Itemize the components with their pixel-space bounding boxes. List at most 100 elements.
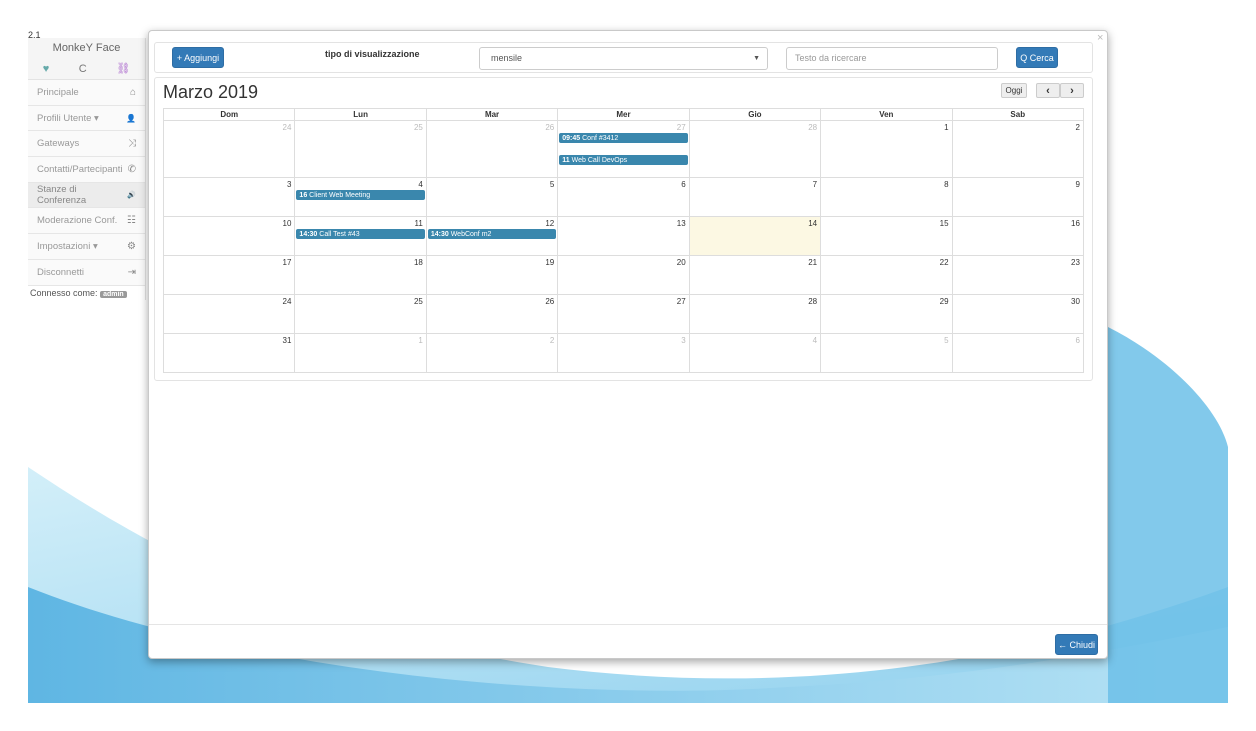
calendar-day-cell[interactable]: 8 xyxy=(821,178,953,216)
chevron-down-icon: ▼ xyxy=(753,55,760,62)
calendar-day-cell[interactable]: 25 xyxy=(295,121,427,177)
day-number: 26 xyxy=(545,123,555,132)
day-number: 5 xyxy=(944,336,949,345)
day-number: 9 xyxy=(1075,180,1080,189)
calendar-day-cell[interactable]: 28 xyxy=(690,121,822,177)
day-of-week-header: Dom Lun Mar Mer Gio Ven Sab xyxy=(164,109,1083,121)
day-number: 18 xyxy=(413,258,423,267)
calendar-day-cell[interactable]: 25 xyxy=(295,295,427,333)
calendar-day-cell[interactable]: 28 xyxy=(690,295,822,333)
day-number: 30 xyxy=(1071,297,1080,306)
calendar-day-cell[interactable]: 16 xyxy=(953,217,1083,255)
day-number: 15 xyxy=(939,219,949,228)
calendar-day-cell[interactable]: 6 xyxy=(953,334,1083,372)
calendar-day-cell[interactable]: 29 xyxy=(821,295,953,333)
calendar-day-cell[interactable]: 15 xyxy=(821,217,953,255)
calendar-event[interactable]: 09:45 Conf #3412 xyxy=(559,133,688,143)
day-number: 29 xyxy=(939,297,949,306)
close-button[interactable]: ← Chiudi xyxy=(1055,634,1098,655)
sidebar-item-label: Disconnetti xyxy=(37,266,84,278)
sidebar-item-stanze-conferenza[interactable]: Stanze di Conferenza 🔊 xyxy=(28,182,145,209)
calendar-day-cell[interactable]: 3 xyxy=(558,334,690,372)
calendar-title: Marzo 2019 xyxy=(163,82,259,102)
calendar-day-cell[interactable]: 1 xyxy=(295,334,427,372)
day-of-week-label: Mer xyxy=(558,109,690,120)
calendar-day-cell[interactable]: 4 xyxy=(690,334,822,372)
day-number: 5 xyxy=(549,180,555,189)
sidebar-item-impostazioni[interactable]: Impostazioni ▾ ⚙ xyxy=(28,234,145,260)
refresh-icon[interactable]: C xyxy=(79,63,87,75)
calendar-day-cell[interactable]: 3 xyxy=(164,178,296,216)
calendar-day-cell[interactable]: 21 xyxy=(690,256,822,294)
sidebar-item-contatti[interactable]: Contatti/Partecipanti ✆ xyxy=(28,157,145,183)
calendar-day-cell[interactable]: 30 xyxy=(953,295,1083,333)
calendar-day-cell[interactable]: 24 xyxy=(164,295,296,333)
calendar-day-cell[interactable]: 10 xyxy=(164,217,296,255)
calendar-day-cell[interactable]: 1 xyxy=(821,121,953,177)
view-type-select[interactable]: mensile ▼ xyxy=(479,47,768,70)
add-button[interactable]: + Aggiungi xyxy=(172,47,224,68)
connected-as: Connesso come: admin xyxy=(28,285,145,300)
sidebar: MonkeY Face ♥ C ⛓ Principale ⌂ Profili U… xyxy=(28,38,146,300)
calendar-day-cell[interactable]: 5 xyxy=(821,334,953,372)
calendar-event[interactable]: 14:30 WebConf m2 xyxy=(427,229,557,239)
calendar-day-cell[interactable]: 18 xyxy=(295,256,427,294)
day-number: 27 xyxy=(676,297,686,306)
calendar-day-cell[interactable]: 26 xyxy=(427,121,559,177)
close-icon[interactable]: × xyxy=(1097,32,1103,44)
calendar-day-cell[interactable]: 9 xyxy=(953,178,1083,216)
sidebar-item-profili-utente[interactable]: Profili Utente ▾ 👤 xyxy=(28,105,145,132)
day-number: 23 xyxy=(1071,258,1080,267)
calendar-day-cell[interactable]: 27 09:45 Conf #3412 11 Web Call DevOps xyxy=(558,121,690,177)
calendar-day-cell[interactable]: 19 xyxy=(427,256,559,294)
calendar-day-cell[interactable]: 11 14:30 Call Test #43 xyxy=(295,217,427,255)
today-button[interactable]: Oggi xyxy=(1001,83,1027,98)
calendar-day-cell[interactable]: 12 14:30 WebConf m2 xyxy=(427,217,559,255)
calendar-week-row: 24 25 26 27 09:45 Conf #3412 11 Web Call DevO… xyxy=(164,121,1083,178)
calendar-day-cell[interactable]: 5 xyxy=(427,178,559,216)
search-button[interactable]: Q Cerca xyxy=(1016,47,1058,68)
event-title: Web Call DevOps xyxy=(571,157,628,164)
calendar-week-row: 17 18 19 20 21 22 23 xyxy=(164,256,1083,295)
calendar-day-cell[interactable]: 7 xyxy=(690,178,822,216)
calendar-day-cell[interactable]: 24 xyxy=(164,121,296,177)
day-number: 25 xyxy=(413,297,423,306)
prev-month-button[interactable]: ‹ xyxy=(1036,83,1060,98)
day-number: 12 xyxy=(545,219,555,228)
calendar-day-cell[interactable]: 31 xyxy=(164,334,296,372)
calendar-day-cell[interactable]: 2 xyxy=(427,334,559,372)
calendar-day-cell[interactable]: 4 16 Client Web Meeting xyxy=(295,178,427,216)
day-number: 16 xyxy=(1071,219,1080,228)
calendar-event[interactable]: 11 Web Call DevOps xyxy=(559,155,688,165)
calendar-event[interactable]: 16 Client Web Meeting xyxy=(296,190,425,200)
sidebar-item-gateways[interactable]: Gateways ⤨ xyxy=(28,131,145,158)
event-title: Client Web Meeting xyxy=(309,192,371,199)
sidebar-item-label: Gateways xyxy=(37,138,80,150)
calendar-day-cell-today[interactable]: 14 xyxy=(689,217,822,255)
sidebar-item-disconnetti[interactable]: Disconnetti ⇥ xyxy=(28,259,145,286)
calendar-day-cell[interactable]: 27 xyxy=(558,295,690,333)
calendar-day-cell[interactable]: 13 xyxy=(558,217,690,255)
calendar-day-cell[interactable]: 6 xyxy=(558,178,690,216)
next-month-button[interactable]: › xyxy=(1060,83,1084,98)
sidebar-item-principale[interactable]: Principale ⌂ xyxy=(28,80,145,106)
calendar-day-cell[interactable]: 20 xyxy=(558,256,690,294)
day-of-week-label: Sab xyxy=(1010,110,1026,119)
calendar-day-cell[interactable]: 17 xyxy=(164,256,296,294)
tasks-icon: ☷ xyxy=(127,215,136,227)
calendar-day-cell[interactable]: 22 xyxy=(821,256,953,294)
calendar-event[interactable]: 14:30 Call Test #43 xyxy=(296,229,425,239)
day-number: 2 xyxy=(1075,123,1080,132)
calendar-day-cell[interactable]: 23 xyxy=(953,256,1083,294)
link-icon[interactable]: ⛓ xyxy=(116,62,130,75)
search-input[interactable]: Testo da ricercare xyxy=(786,47,998,70)
sidebar-item-label: Impostazioni ▾ xyxy=(37,240,98,252)
calendar-week-row: 31 1 2 3 4 5 6 xyxy=(164,334,1083,373)
calendar-day-cell[interactable]: 26 xyxy=(427,295,559,333)
calendar-day-cell[interactable]: 2 xyxy=(953,121,1083,177)
heartbeat-icon[interactable]: ♥ xyxy=(43,63,50,75)
day-number: 10 xyxy=(282,219,292,228)
sidebar-item-moderazione[interactable]: Moderazione Conf. ☷ xyxy=(28,208,145,235)
event-time: 14:30 xyxy=(299,231,318,238)
day-number: 25 xyxy=(413,123,423,132)
